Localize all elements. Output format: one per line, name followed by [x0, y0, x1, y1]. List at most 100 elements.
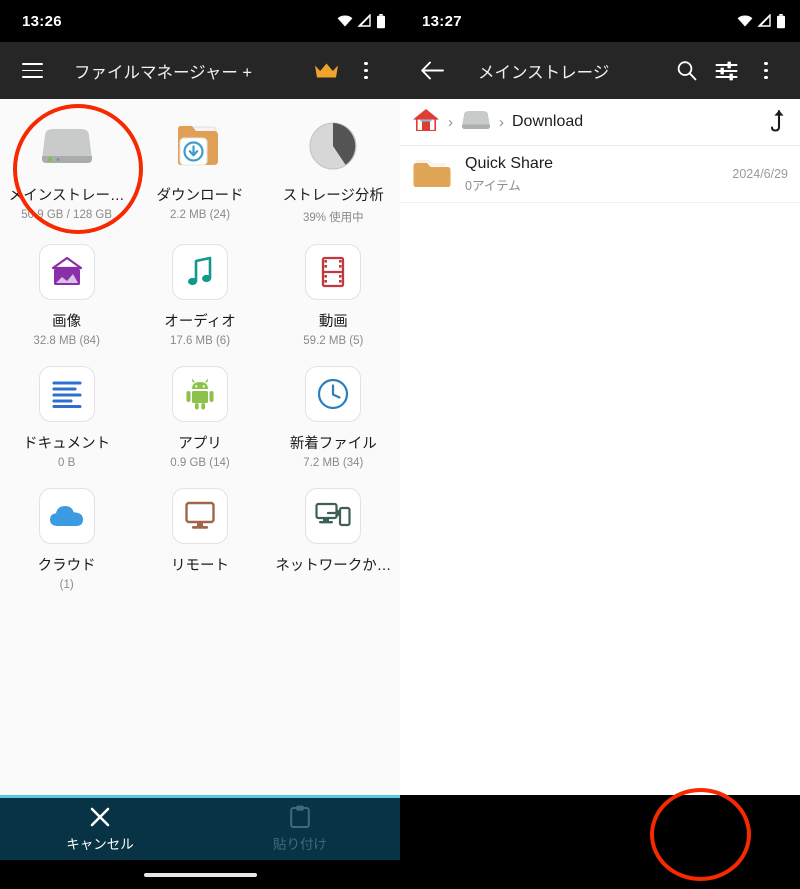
grid-item-label: メインストレー…: [8, 188, 125, 204]
go-up-arrow-icon[interactable]: [768, 108, 788, 137]
wifi-icon: [737, 15, 753, 27]
grid-item-storage-analysis[interactable]: ストレージ分析 39% 使用中: [267, 109, 400, 235]
grid-item-audio[interactable]: オーディオ 17.6 MB (6): [133, 235, 266, 357]
storage-pie-icon: [304, 117, 362, 175]
grid-item-remote[interactable]: リモート: [133, 479, 266, 601]
grid-item-sub: 17.6 MB (6): [169, 335, 231, 347]
grid-item-label: リモート: [170, 558, 229, 574]
list-item[interactable]: Quick Share 0アイテム 2024/6/29: [400, 146, 800, 203]
breadcrumb-separator: ›: [448, 113, 453, 131]
cancel-label: キャンセル: [66, 836, 134, 852]
search-button[interactable]: [666, 51, 706, 91]
grid-item-cloud[interactable]: クラウド (1): [0, 479, 133, 601]
grid-item-label: 画像: [52, 314, 82, 330]
signal-icon: [357, 14, 371, 27]
grid-item-main-storage[interactable]: メインストレー… 50.9 GB / 128 GB: [0, 109, 133, 235]
breadcrumb-current[interactable]: Download: [512, 113, 583, 131]
home-icon[interactable]: [412, 107, 440, 138]
video-film-icon: [304, 243, 362, 301]
cancel-button[interactable]: キャンセル: [0, 798, 200, 860]
screenshot-root: 13:26 ファイルマネージャー + メインストレー… 50.9 GB / 12…: [0, 0, 800, 889]
status-icon-group: [337, 13, 386, 29]
hard-drive-icon: [38, 117, 96, 175]
app-title: ファイルマネージャー +: [74, 63, 253, 82]
grid-item-images[interactable]: 画像 32.8 MB (84): [0, 235, 133, 357]
category-grid-body: メインストレー… 50.9 GB / 128 GB ダウンロード 2.2 MB …: [0, 99, 400, 795]
filter-sliders-icon: [715, 61, 737, 80]
left-nav-bar: [0, 860, 400, 889]
right-app-bar: メインストレージ: [400, 42, 800, 99]
left-app-bar: ファイルマネージャー +: [0, 42, 400, 99]
grid-item-sub: (1): [59, 579, 74, 591]
cloud-icon: [38, 487, 96, 545]
list-item-meta: Quick Share 0アイテム: [465, 154, 732, 194]
grid-item-sub: 32.8 MB (84): [33, 335, 100, 347]
grid-item-apps[interactable]: アプリ 0.9 GB (14): [133, 357, 266, 479]
navigation-drawer-button[interactable]: [12, 51, 52, 91]
back-button[interactable]: [412, 51, 452, 91]
back-arrow-icon: [420, 61, 444, 80]
file-list-body: › › Download Quick Share 0アイテム 2024/6/29: [400, 99, 800, 795]
clock-recent-icon: [304, 365, 362, 423]
grid-item-label: ダウンロード: [156, 188, 244, 204]
hamburger-icon: [21, 63, 43, 78]
status-icon-group: [737, 13, 786, 29]
right-phone-panel: 13:27 メインストレージ › › Download Quick Share …: [400, 0, 800, 889]
folder-title: メインストレージ: [478, 63, 610, 82]
grid-item-sub: 39% 使用中: [302, 212, 364, 224]
paste-button[interactable]: 貼り付け: [200, 798, 400, 860]
grid-item-label: クラウド: [37, 558, 96, 574]
left-phone-panel: 13:26 ファイルマネージャー + メインストレー… 50.9 GB / 12…: [0, 0, 400, 889]
android-robot-icon: [171, 365, 229, 423]
left-overflow-menu-button[interactable]: [346, 51, 386, 91]
search-icon: [677, 61, 696, 81]
premium-crown-button[interactable]: [306, 51, 346, 91]
grid-item-label: 新着ファイル: [289, 436, 377, 452]
grid-item-sub: 59.2 MB (5): [303, 335, 364, 347]
folder-icon: [412, 155, 452, 194]
status-clock: 13:26: [22, 12, 62, 30]
audio-note-icon: [171, 243, 229, 301]
home-indicator[interactable]: [143, 872, 257, 877]
grid-item-sub: 0.9 GB (14): [170, 457, 230, 469]
list-item-name: Quick Share: [465, 155, 554, 172]
crown-icon: [314, 63, 338, 77]
document-lines-icon: [38, 365, 96, 423]
grid-item-sub: 7.2 MB (34): [303, 457, 364, 469]
hard-drive-icon[interactable]: [461, 109, 491, 136]
remote-monitor-icon: [171, 487, 229, 545]
left-action-bar: キャンセル 貼り付け: [0, 795, 400, 860]
grid-item-sub: 0 B: [58, 457, 76, 469]
network-transfer-icon: [304, 487, 362, 545]
grid-item-label: アプリ: [178, 436, 222, 452]
category-grid: メインストレー… 50.9 GB / 128 GB ダウンロード 2.2 MB …: [0, 99, 400, 601]
grid-item-label: ドキュメント: [23, 436, 111, 452]
grid-item-sub: 50.9 GB / 128 GB: [21, 209, 113, 221]
breadcrumb-separator: ›: [499, 113, 504, 131]
grid-item-label: ストレージ分析: [282, 188, 384, 204]
grid-item-download[interactable]: ダウンロード 2.2 MB (24): [133, 109, 266, 235]
status-clock: 13:27: [422, 12, 462, 30]
grid-item-documents[interactable]: ドキュメント 0 B: [0, 357, 133, 479]
overflow-menu-icon: [364, 61, 368, 80]
list-item-sub: 0アイテム: [465, 179, 521, 193]
grid-item-recent-files[interactable]: 新着ファイル 7.2 MB (34): [267, 357, 400, 479]
right-overflow-menu-button[interactable]: [746, 51, 786, 91]
paste-label: 貼り付け: [273, 837, 327, 852]
grid-item-network[interactable]: ネットワークか…: [267, 479, 400, 601]
grid-item-video[interactable]: 動画 59.2 MB (5): [267, 235, 400, 357]
grid-item-label: ネットワークか…: [275, 558, 392, 574]
right-status-bar: 13:27: [400, 0, 800, 42]
breadcrumb: › › Download: [400, 99, 800, 146]
wifi-icon: [337, 15, 353, 27]
overflow-menu-icon: [764, 61, 768, 80]
signal-icon: [757, 14, 771, 27]
list-item-date: 2024/6/29: [732, 167, 788, 181]
image-icon: [38, 243, 96, 301]
left-status-bar: 13:26: [0, 0, 400, 42]
grid-item-label: 動画: [318, 314, 348, 330]
close-x-icon: [90, 807, 110, 826]
battery-icon: [777, 13, 785, 28]
filter-button[interactable]: [706, 51, 746, 91]
grid-item-label: オーディオ: [164, 314, 236, 330]
